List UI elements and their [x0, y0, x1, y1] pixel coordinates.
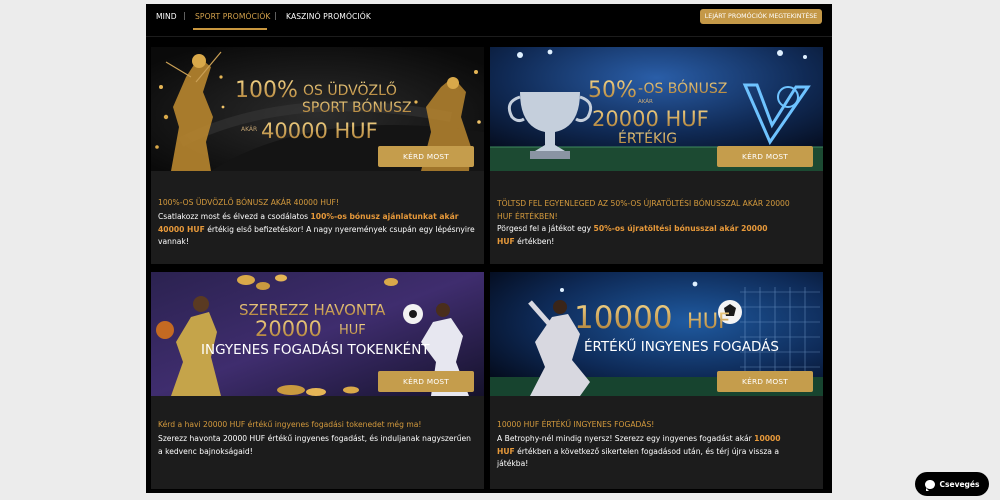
claim-now-button[interactable]: KÉRD MOST: [378, 371, 474, 392]
promo-card-reload-bonus: 50% -OS BÓNUSZ AKÁR 20000 HUF ÉRTÉKIG KÉ…: [490, 47, 823, 264]
nav-separator: |: [274, 11, 277, 20]
promo-description: A Betrophy-nél mindig nyersz! Szerezz eg…: [497, 433, 797, 471]
body-text: Szerezz havonta 20000 HUF értékű ingyene…: [158, 434, 471, 456]
promo-title-line: HUF ÉRTÉKBEN!: [497, 211, 558, 221]
body-text: A Betrophy-nél mindig nyersz! Szerezz eg…: [497, 434, 755, 443]
svg-text:20000: 20000: [255, 317, 322, 341]
body-text: értékben!: [514, 236, 555, 246]
claim-now-button[interactable]: KÉRD MOST: [378, 146, 474, 167]
promo-nav: MIND | SPORT PROMÓCIÓK | KASZINÓ PROMÓCI…: [146, 4, 832, 30]
chat-button[interactable]: Csevegés: [915, 472, 989, 496]
svg-text:HUF: HUF: [687, 309, 730, 333]
promotions-panel: MIND | SPORT PROMÓCIÓK | KASZINÓ PROMÓCI…: [146, 4, 832, 493]
svg-text:50%: 50%: [588, 78, 637, 103]
view-expired-promotions-button[interactable]: LEJÁRT PROMÓCIÓK MEGTEKINTÉSE: [700, 9, 822, 24]
body-text: Csatlakozz most és élvezd a csodálatos: [158, 212, 311, 221]
svg-text:OS ÜDVÖZLŐ: OS ÜDVÖZLŐ: [303, 81, 397, 99]
active-tab-underline: [193, 28, 267, 30]
tab-sport-promotions[interactable]: SPORT PROMÓCIÓK: [195, 12, 271, 21]
promo-title: TÖLTSD FEL EGYENLEGED AZ 50%-OS ÚJRATÖLT…: [497, 198, 790, 223]
svg-text:ÉRTÉKŰ INGYENES FOGADÁS: ÉRTÉKŰ INGYENES FOGADÁS: [584, 337, 779, 355]
svg-text:AKÁR: AKÁR: [638, 98, 653, 105]
promo-banner-welcome: 100% OS ÜDVÖZLŐ SPORT BÓNUSZ AKÁR 40000 …: [151, 47, 484, 171]
promo-card-welcome-bonus: 100% OS ÜDVÖZLŐ SPORT BÓNUSZ AKÁR 40000 …: [151, 47, 484, 264]
promo-card-free-bet: 10000 HUF ÉRTÉKŰ INGYENES FOGADÁS KÉRD M…: [490, 272, 823, 489]
svg-text:HUF: HUF: [339, 323, 366, 338]
svg-text:100%: 100%: [235, 78, 298, 103]
tab-all[interactable]: MIND: [156, 12, 177, 21]
body-text: értékben a következő sikertelen fogadáso…: [497, 446, 780, 469]
svg-text:40000 HUF: 40000 HUF: [261, 119, 378, 143]
svg-text:10000: 10000: [574, 300, 673, 336]
body-text: értékig első befizetéskor! A nagy nyerem…: [158, 224, 475, 247]
svg-text:-OS BÓNUSZ: -OS BÓNUSZ: [638, 79, 727, 97]
promo-description: Szerezz havonta 20000 HUF értékű ingyene…: [158, 433, 476, 458]
chat-bubble-icon: [924, 479, 935, 491]
divider: [146, 36, 832, 37]
svg-text:ÉRTÉKIG: ÉRTÉKIG: [618, 130, 677, 147]
claim-now-button[interactable]: KÉRD MOST: [717, 146, 813, 167]
nav-separator: |: [183, 11, 186, 20]
promo-title-line: TÖLTSD FEL EGYENLEGED AZ 50%-OS ÚJRATÖLT…: [497, 199, 790, 208]
promo-banner-free-bet: 10000 HUF ÉRTÉKŰ INGYENES FOGADÁS KÉRD M…: [490, 272, 823, 396]
svg-text:AKÁR: AKÁR: [241, 126, 257, 133]
claim-now-button[interactable]: KÉRD MOST: [717, 371, 813, 392]
promo-description: Pörgesd fel a játékot egy 50%-os újratöl…: [497, 223, 787, 248]
promo-banner-reload: 50% -OS BÓNUSZ AKÁR 20000 HUF ÉRTÉKIG KÉ…: [490, 47, 823, 171]
promo-title: 10000 HUF ÉRTÉKŰ INGYENES FOGADÁS!: [497, 420, 655, 429]
svg-text:20000 HUF: 20000 HUF: [592, 107, 709, 131]
promo-title: Kérd a havi 20000 HUF értékű ingyenes fo…: [158, 420, 422, 429]
promo-title: 100%-OS ÜDVÖZLŐ BÓNUSZ AKÁR 40000 HUF!: [158, 198, 339, 207]
promo-description: Csatlakozz most és élvezd a csodálatos 1…: [158, 211, 476, 249]
svg-text:INGYENES FOGADÁSI TOKENKÉNT: INGYENES FOGADÁSI TOKENKÉNT: [201, 341, 430, 358]
svg-text:SPORT BÓNUSZ: SPORT BÓNUSZ: [302, 98, 412, 116]
tab-casino-promotions[interactable]: KASZINÓ PROMÓCIÓK: [286, 12, 371, 21]
body-text: Pörgesd fel a játékot egy: [497, 224, 594, 233]
chat-label: Csevegés: [939, 479, 980, 489]
promo-card-monthly-token: SZEREZZ HAVONTA 20000 HUF INGYENES FOGAD…: [151, 272, 484, 489]
promo-banner-monthly: SZEREZZ HAVONTA 20000 HUF INGYENES FOGAD…: [151, 272, 484, 396]
